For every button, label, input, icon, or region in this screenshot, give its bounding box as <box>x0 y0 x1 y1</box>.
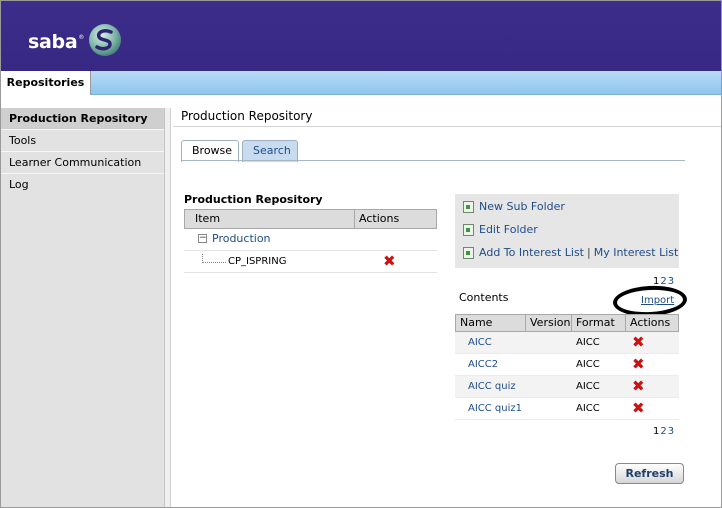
tab-search[interactable]: Search <box>242 140 298 162</box>
content-name-link[interactable]: AICC quiz1 <box>455 398 525 419</box>
refresh-button[interactable]: Refresh <box>615 463 684 484</box>
top-tab-bar: Repositories <box>1 71 721 95</box>
saba-logo: saba ® <box>28 23 122 60</box>
contents-rows: AICC AICC ✖ AICC2 AICC ✖ AICC quiz AICC … <box>455 332 679 420</box>
delete-icon[interactable]: ✖ <box>625 332 679 353</box>
tree-node-cp-ispring[interactable]: CP_ISPRING <box>228 256 286 267</box>
tree-panel-title: Production Repository <box>184 193 323 206</box>
table-row: AICC2 AICC ✖ <box>455 354 679 376</box>
tree-row-cp-ispring: CP_ISPRING ✖ <box>184 251 437 273</box>
tree-connector <box>202 254 226 263</box>
page-3-link[interactable]: 3 <box>668 426 675 437</box>
content-version <box>525 354 571 375</box>
tab-browse[interactable]: Browse <box>181 140 239 162</box>
sidebar-item-learner-communication-log[interactable]: Learner Communication Log <box>1 152 164 191</box>
sidebar-item-tools[interactable]: Tools <box>1 130 164 152</box>
title-divider <box>173 126 721 127</box>
contents-label: Contents <box>459 291 509 304</box>
contents-header: Name Version Format Actions <box>455 314 679 332</box>
logo-registered-mark: ® <box>78 34 85 41</box>
link-separator: | <box>586 246 591 259</box>
table-row: AICC quiz AICC ✖ <box>455 376 679 398</box>
folder-actions-panel: New Sub Folder Edit Folder Add To Intere… <box>455 194 679 268</box>
logo-text: saba <box>28 30 78 53</box>
app-window: saba ® Repositories Production Repositor… <box>0 0 722 508</box>
content-name-link[interactable]: AICC <box>455 332 525 353</box>
delete-icon[interactable]: ✖ <box>625 354 679 375</box>
sidebar-item-production-repository[interactable]: Production Repository <box>1 108 164 130</box>
new-sub-folder-link[interactable]: New Sub Folder <box>463 200 565 213</box>
page-2-link[interactable]: 2 <box>660 426 667 437</box>
header-bar: saba ® <box>1 1 721 71</box>
table-row: AICC quiz1 AICC ✖ <box>455 398 679 420</box>
repository-tree: Item Actions − Production CP_ISPRING ✖ <box>184 209 437 273</box>
content-version <box>525 376 571 397</box>
new-sub-folder-label: New Sub Folder <box>479 200 565 213</box>
delete-icon[interactable]: ✖ <box>625 398 679 419</box>
pagination-bottom: 123 <box>653 426 675 437</box>
add-interest-icon <box>463 246 474 259</box>
column-version: Version <box>526 315 572 331</box>
sidebar-splitter[interactable] <box>165 108 171 507</box>
content-format: AICC <box>576 337 600 348</box>
content-version <box>525 332 571 353</box>
edit-folder-icon <box>463 223 474 236</box>
content-name-link[interactable]: AICC quiz <box>455 376 525 397</box>
collapse-icon[interactable]: − <box>198 234 207 243</box>
tree-column-item: Item <box>185 210 355 228</box>
contents-table: Name Version Format Actions AICC AICC ✖ … <box>455 314 679 420</box>
content-name-link[interactable]: AICC2 <box>455 354 525 375</box>
tree-header: Item Actions <box>184 209 437 229</box>
my-interest-list-link[interactable]: My Interest List <box>594 246 679 259</box>
tree-node-production[interactable]: Production <box>212 232 271 245</box>
column-name: Name <box>456 315 526 331</box>
tab-underline <box>181 160 685 161</box>
edit-folder-label: Edit Folder <box>479 223 538 236</box>
edit-folder-link[interactable]: Edit Folder <box>463 223 538 236</box>
page-3-link[interactable]: 3 <box>668 276 675 287</box>
delete-icon[interactable]: ✖ <box>625 376 679 397</box>
tree-row-production: − Production <box>184 229 437 251</box>
interest-list-links: Add To Interest List | My Interest List <box>463 246 678 259</box>
add-to-interest-list-link[interactable]: Add To Interest List <box>479 246 584 259</box>
content-format: AICC <box>576 359 600 370</box>
content-version <box>525 398 571 419</box>
column-format: Format <box>572 315 626 331</box>
content-format: AICC <box>576 403 600 414</box>
content-format: AICC <box>576 381 600 392</box>
column-actions: Actions <box>630 316 671 329</box>
saba-s-logo-icon <box>88 23 122 60</box>
new-folder-icon <box>463 200 474 213</box>
tree-column-actions: Actions <box>359 212 400 225</box>
page-title: Production Repository <box>181 109 313 123</box>
import-link[interactable]: Import <box>641 295 674 306</box>
delete-icon[interactable]: ✖ <box>383 253 396 269</box>
table-row: AICC AICC ✖ <box>455 332 679 354</box>
tab-repositories[interactable]: Repositories <box>1 71 91 95</box>
sidebar: Production Repository Tools Learner Comm… <box>1 108 165 507</box>
